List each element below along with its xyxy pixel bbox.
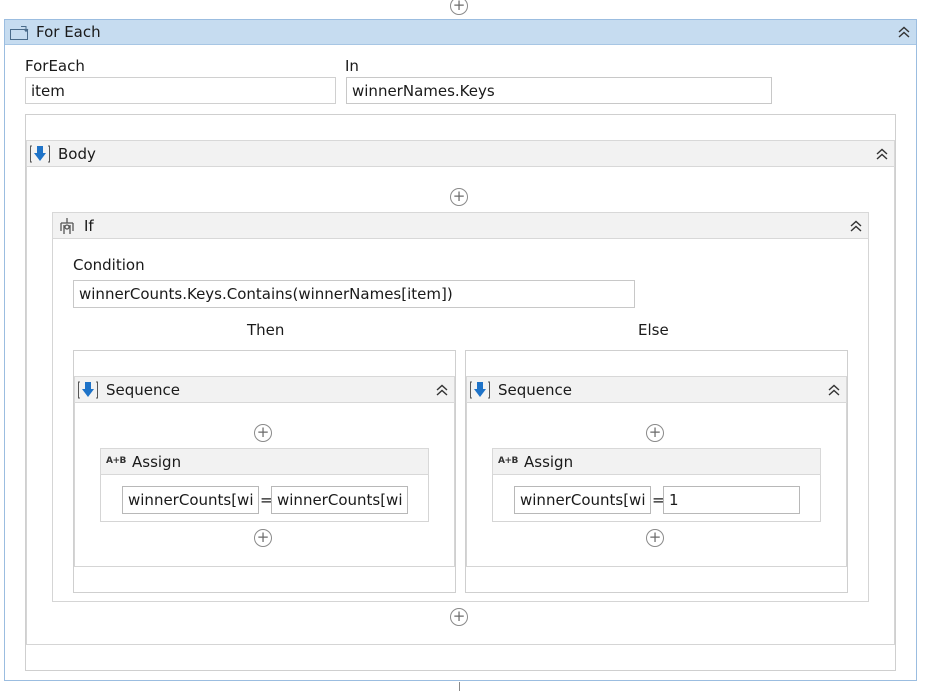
double-chevron-up-icon <box>898 26 910 38</box>
foreach-variable-input[interactable]: item <box>25 77 336 104</box>
in-collection-input[interactable]: winnerNames.Keys <box>346 77 772 104</box>
foreach-header[interactable]: For Each <box>5 20 916 45</box>
add-activity-body-bottom-button[interactable]: + <box>450 608 468 626</box>
add-activity-then-top-button[interactable]: + <box>254 424 272 442</box>
condition-label: Condition <box>73 256 145 274</box>
collapse-if-button[interactable] <box>848 218 864 234</box>
plus-icon: + <box>256 423 270 441</box>
assign-icon: A+B <box>106 456 126 466</box>
then-assign-title: Assign <box>132 453 182 471</box>
add-activity-top-button[interactable]: + <box>450 0 468 15</box>
else-label: Else <box>638 321 669 339</box>
if-branch-icon <box>57 217 77 237</box>
then-assign-header[interactable]: A+B Assign <box>100 448 429 475</box>
assign-icon: A+B <box>498 456 518 466</box>
else-assign-title: Assign <box>524 453 574 471</box>
else-sequence-header[interactable]: Sequence <box>466 376 847 403</box>
collapse-then-sequence-button[interactable] <box>434 382 450 398</box>
else-assign-header[interactable]: A+B Assign <box>492 448 821 475</box>
add-activity-else-bottom-button[interactable]: + <box>646 529 664 547</box>
then-label: Then <box>247 321 285 339</box>
add-activity-then-bottom-button[interactable]: + <box>254 529 272 547</box>
plus-icon: + <box>452 187 466 205</box>
sequence-icon <box>29 144 51 164</box>
add-activity-else-top-button[interactable]: + <box>646 424 664 442</box>
double-chevron-up-icon <box>436 384 448 396</box>
if-title: If <box>84 217 94 235</box>
then-assign-value-input[interactable]: winnerCounts[wi <box>271 486 408 514</box>
collapse-else-sequence-button[interactable] <box>826 382 842 398</box>
then-assign-to-input[interactable]: winnerCounts[wi <box>122 486 259 514</box>
plus-icon: + <box>648 423 662 441</box>
else-assign-to-input[interactable]: winnerCounts[wi <box>514 486 651 514</box>
body-header[interactable]: Body <box>26 140 895 167</box>
plus-icon: + <box>452 0 466 14</box>
foreach-icon <box>9 25 31 41</box>
double-chevron-up-icon <box>828 384 840 396</box>
body-title: Body <box>58 145 96 163</box>
if-header[interactable]: If <box>52 212 869 239</box>
else-sequence-title: Sequence <box>498 381 572 399</box>
then-sequence-title: Sequence <box>106 381 180 399</box>
double-chevron-up-icon <box>876 148 888 160</box>
connector-line <box>459 682 460 691</box>
foreach-variable-label: ForEach <box>25 57 85 75</box>
else-assign-value-input[interactable]: 1 <box>663 486 800 514</box>
collapse-foreach-button[interactable] <box>896 24 912 40</box>
sequence-icon <box>77 380 99 400</box>
add-activity-body-top-button[interactable]: + <box>450 188 468 206</box>
plus-icon: + <box>256 528 270 546</box>
double-chevron-up-icon <box>850 220 862 232</box>
plus-icon: + <box>648 528 662 546</box>
sequence-icon <box>469 380 491 400</box>
then-sequence-header[interactable]: Sequence <box>74 376 455 403</box>
collapse-body-button[interactable] <box>874 146 890 162</box>
condition-input[interactable]: winnerCounts.Keys.Contains(winnerNames[i… <box>73 280 635 308</box>
foreach-title: For Each <box>36 23 101 41</box>
in-label: In <box>345 57 359 75</box>
plus-icon: + <box>452 607 466 625</box>
